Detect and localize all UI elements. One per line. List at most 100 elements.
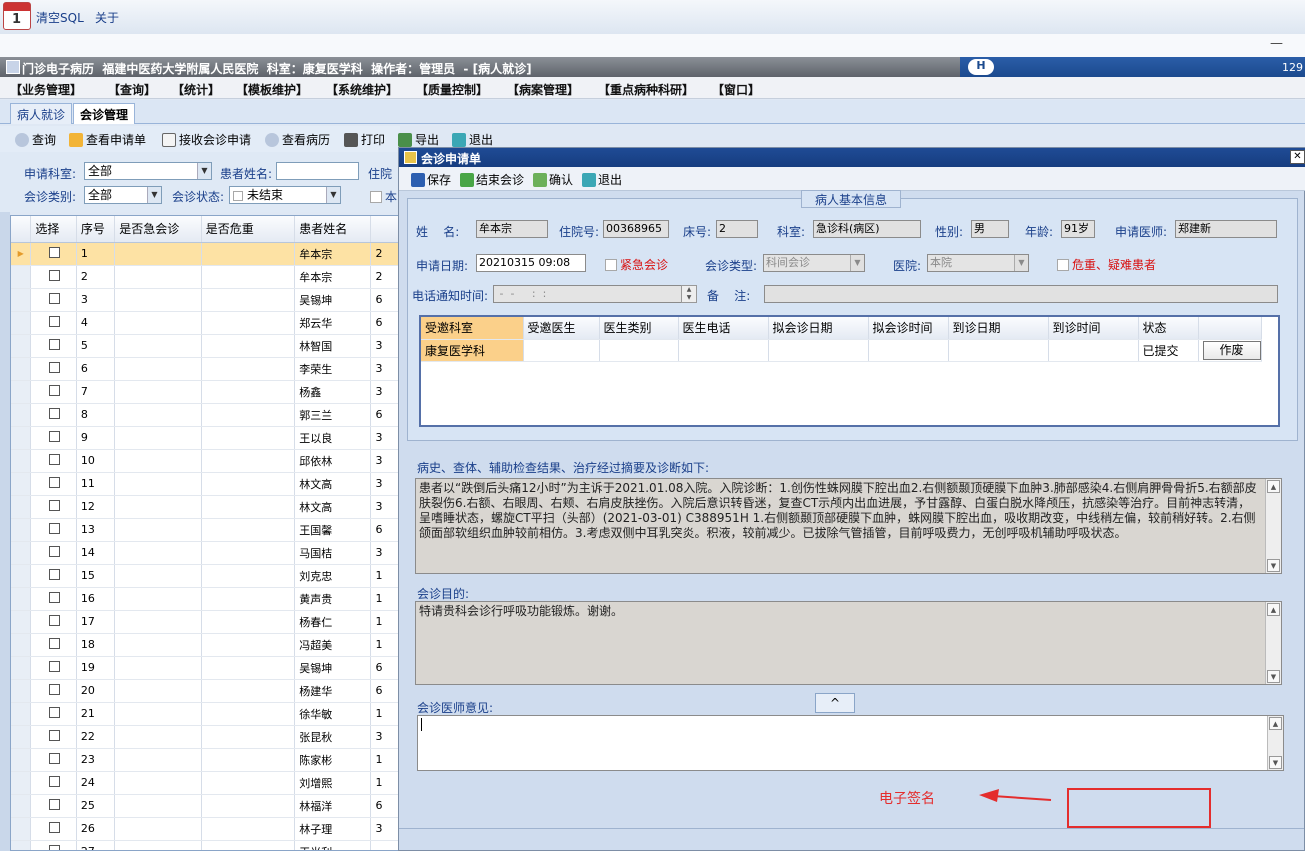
- purpose-scrollbar[interactable]: ▲ ▼: [1265, 602, 1281, 684]
- select-cell[interactable]: [30, 656, 77, 680]
- col-doctor-phone[interactable]: 医生电话: [678, 317, 769, 340]
- patient-name-cell[interactable]: 杨鑫: [294, 380, 372, 404]
- critical-cell[interactable]: [201, 288, 296, 312]
- row-checkbox[interactable]: [49, 361, 61, 373]
- number-cell[interactable]: 14: [76, 541, 116, 565]
- number-cell[interactable]: 25: [76, 794, 116, 818]
- opinion-textarea[interactable]: ▲ ▼: [417, 715, 1284, 771]
- number-cell[interactable]: 13: [76, 518, 116, 542]
- invited-dept-cell[interactable]: 康复医学科: [421, 339, 524, 362]
- extra-cell[interactable]: 1: [370, 702, 399, 726]
- end-consult-button[interactable]: 结束会诊: [460, 171, 524, 188]
- row-header[interactable]: [11, 288, 32, 312]
- critical-cell[interactable]: [201, 426, 296, 450]
- row-header[interactable]: [11, 334, 32, 358]
- history-scrollbar[interactable]: ▲ ▼: [1265, 479, 1281, 573]
- urgent-cell[interactable]: [114, 242, 202, 266]
- extra-cell[interactable]: 1: [370, 587, 399, 611]
- extra-cell[interactable]: 3: [370, 380, 399, 404]
- table-row[interactable]: 6 李荣生 3: [11, 357, 399, 381]
- plan-date-cell[interactable]: [768, 339, 869, 362]
- row-header[interactable]: [11, 472, 32, 496]
- select-cell[interactable]: [30, 311, 77, 335]
- extra-cell[interactable]: 6: [370, 656, 399, 680]
- patient-name-cell[interactable]: 杨建华: [294, 679, 372, 703]
- select-cell[interactable]: [30, 794, 77, 818]
- critical-cell[interactable]: [201, 380, 296, 404]
- select-cell[interactable]: [30, 449, 77, 473]
- select-cell[interactable]: [30, 334, 77, 358]
- urgent-cell[interactable]: [114, 702, 202, 726]
- number-cell[interactable]: 3: [76, 288, 116, 312]
- patient-name-cell[interactable]: 林文高: [294, 472, 372, 496]
- extra-cell[interactable]: 3: [370, 449, 399, 473]
- status-checkbox[interactable]: [233, 191, 243, 201]
- row-checkbox[interactable]: [49, 798, 61, 810]
- row-checkbox[interactable]: [49, 706, 61, 718]
- col-plan-time[interactable]: 拟会诊时间: [868, 317, 949, 340]
- col-invited-dept[interactable]: 受邀科室: [421, 317, 524, 340]
- col-number[interactable]: 序号: [76, 216, 116, 243]
- extra-cell[interactable]: 3: [370, 334, 399, 358]
- extra-cell[interactable]: 3: [370, 495, 399, 519]
- select-cell[interactable]: [30, 840, 77, 850]
- extra-cell[interactable]: 6: [370, 311, 399, 335]
- critical-cell[interactable]: [201, 564, 296, 588]
- urgent-cell[interactable]: [114, 679, 202, 703]
- select-cell[interactable]: [30, 518, 77, 542]
- dept-select[interactable]: 全部 ▼: [84, 162, 212, 180]
- table-row[interactable]: 8 郭三兰 6: [11, 403, 399, 427]
- critical-cell[interactable]: [201, 242, 296, 266]
- critical-cell[interactable]: [201, 725, 296, 749]
- row-checkbox[interactable]: [49, 407, 61, 419]
- table-row[interactable]: 19 吴锡坤 6: [11, 656, 399, 680]
- row-checkbox[interactable]: [49, 522, 61, 534]
- critical-cell[interactable]: [201, 587, 296, 611]
- row-checkbox[interactable]: [49, 476, 61, 488]
- number-cell[interactable]: 23: [76, 748, 116, 772]
- name-field[interactable]: 牟本宗: [476, 220, 548, 238]
- menu-system[interactable]: 【系统维护】: [326, 81, 398, 98]
- critical-cell[interactable]: [201, 495, 296, 519]
- number-cell[interactable]: 15: [76, 564, 116, 588]
- patient-name-cell[interactable]: 林子理: [294, 817, 372, 841]
- invited-doctor-cell[interactable]: [523, 339, 600, 362]
- critical-cell[interactable]: [201, 794, 296, 818]
- select-cell[interactable]: [30, 380, 77, 404]
- extra-cell[interactable]: 1: [370, 610, 399, 634]
- type-select[interactable]: 全部 ▼: [84, 186, 162, 204]
- plan-time-cell[interactable]: [868, 339, 949, 362]
- row-checkbox[interactable]: [49, 453, 61, 465]
- urgent-cell[interactable]: [114, 564, 202, 588]
- critical-checkbox[interactable]: [1057, 259, 1069, 271]
- void-button[interactable]: 作废: [1202, 340, 1260, 360]
- select-cell[interactable]: [30, 357, 77, 381]
- patient-name-cell[interactable]: 王以良: [294, 426, 372, 450]
- chevron-down-icon[interactable]: ▼: [1014, 255, 1028, 271]
- patient-name-cell[interactable]: 牟本宗: [294, 265, 372, 289]
- select-cell[interactable]: [30, 679, 77, 703]
- select-cell[interactable]: [30, 495, 77, 519]
- table-row[interactable]: 11 林文高 3: [11, 472, 399, 496]
- urgent-cell[interactable]: [114, 495, 202, 519]
- row-header[interactable]: [11, 794, 32, 818]
- row-header[interactable]: [11, 380, 32, 404]
- view-record-button[interactable]: 查看病历: [265, 131, 330, 148]
- extra-cell[interactable]: 6: [370, 288, 399, 312]
- table-row[interactable]: 13 王国馨 6: [11, 518, 399, 542]
- menu-research[interactable]: 【重点病种科研】: [598, 81, 694, 98]
- extra-cell[interactable]: 6: [370, 794, 399, 818]
- chevron-down-icon[interactable]: ▼: [326, 187, 340, 203]
- row-header[interactable]: [11, 840, 32, 850]
- table-row[interactable]: 12 林文高 3: [11, 495, 399, 519]
- critical-cell[interactable]: [201, 656, 296, 680]
- scroll-down-icon[interactable]: ▼: [1267, 559, 1280, 572]
- critical-cell[interactable]: [201, 541, 296, 565]
- select-cell[interactable]: [30, 541, 77, 565]
- number-cell[interactable]: 27: [76, 840, 116, 850]
- urgent-cell[interactable]: [114, 771, 202, 795]
- patient-name-cell[interactable]: 吴锡坤: [294, 656, 372, 680]
- row-header[interactable]: [11, 357, 32, 381]
- select-cell[interactable]: [30, 403, 77, 427]
- purpose-textarea[interactable]: 特请贵科会诊行呼吸功能锻炼。谢谢。 ▲ ▼: [415, 601, 1282, 685]
